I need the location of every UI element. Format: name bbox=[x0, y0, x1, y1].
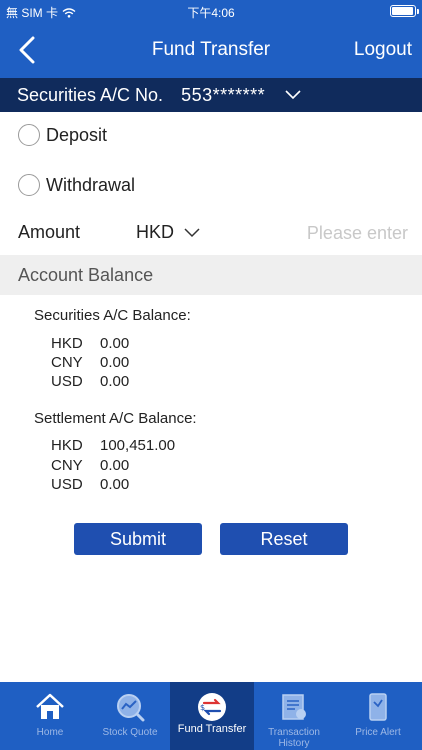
reset-button[interactable]: Reset bbox=[220, 523, 348, 555]
balance-value: 0.00 bbox=[100, 476, 130, 493]
amount-label: Amount bbox=[18, 222, 81, 242]
tab-label: Price Alert bbox=[355, 727, 401, 738]
balance-value: 0.00 bbox=[100, 354, 130, 371]
balance-value: 0.00 bbox=[100, 335, 130, 352]
balance-currency: HKD bbox=[51, 437, 83, 454]
balance-currency: USD bbox=[51, 476, 83, 493]
home-icon bbox=[36, 693, 64, 719]
status-time: 下午4:06 bbox=[187, 6, 235, 20]
tab-label: Transaction History bbox=[268, 727, 320, 749]
bottom-tab-bar: Home Stock Quote $ Fund Transfer Transac… bbox=[0, 682, 422, 750]
tab-label: Fund Transfer bbox=[177, 723, 247, 735]
tab-label: Home bbox=[36, 727, 64, 738]
tab-price-alert[interactable]: Price Alert bbox=[336, 682, 420, 750]
balance-currency: USD bbox=[51, 373, 83, 390]
stock-quote-icon bbox=[117, 694, 145, 722]
deposit-option[interactable]: Deposit bbox=[18, 122, 107, 148]
account-label: Securities A/C No. bbox=[17, 84, 164, 105]
transaction-history-icon bbox=[282, 694, 306, 720]
deposit-label: Deposit bbox=[46, 124, 108, 145]
tab-transaction-history[interactable]: Transaction History bbox=[252, 682, 336, 750]
status-bar: 無 SIM 卡 下午4:06 bbox=[0, 0, 422, 22]
balance-currency: CNY bbox=[51, 354, 83, 371]
deposit-radio[interactable] bbox=[18, 124, 40, 146]
balance-section-header: Account Balance bbox=[0, 255, 422, 295]
chevron-down-icon bbox=[184, 227, 200, 237]
securities-balance-title: Securities A/C Balance: bbox=[34, 307, 191, 324]
currency-value: HKD bbox=[136, 222, 175, 242]
logout-button[interactable]: Logout bbox=[354, 39, 412, 61]
withdrawal-option[interactable]: Withdrawal bbox=[18, 172, 135, 198]
tab-home[interactable]: Home bbox=[8, 682, 92, 750]
amount-input[interactable] bbox=[258, 220, 408, 246]
app-header: 無 SIM 卡 下午4:06 Fund Transfer Logout bbox=[0, 0, 422, 78]
currency-select[interactable]: HKD bbox=[136, 222, 200, 243]
tab-stock-quote[interactable]: Stock Quote bbox=[88, 682, 172, 750]
balance-value: 100,451.00 bbox=[100, 437, 176, 454]
svg-text:$: $ bbox=[200, 703, 205, 712]
nav-bar: Fund Transfer Logout bbox=[0, 22, 422, 78]
balance-value: 0.00 bbox=[100, 373, 130, 390]
tab-fund-transfer[interactable]: $ Fund Transfer bbox=[170, 682, 254, 750]
settlement-balance-title: Settlement A/C Balance: bbox=[34, 410, 197, 427]
account-number: 553******* bbox=[181, 84, 266, 105]
withdrawal-radio[interactable] bbox=[18, 174, 40, 196]
balance-currency: HKD bbox=[51, 335, 83, 352]
price-alert-icon bbox=[369, 693, 387, 721]
balance-currency: CNY bbox=[51, 457, 83, 474]
submit-button[interactable]: Submit bbox=[74, 523, 202, 555]
chevron-down-icon bbox=[285, 90, 301, 100]
account-selector[interactable]: Securities A/C No. 553******* bbox=[0, 78, 422, 112]
fund-transfer-icon: $ bbox=[198, 693, 226, 721]
withdrawal-label: Withdrawal bbox=[46, 174, 136, 195]
balance-value: 0.00 bbox=[100, 457, 130, 474]
tab-label: Stock Quote bbox=[102, 727, 158, 738]
battery-icon bbox=[390, 5, 419, 17]
amount-row: Amount HKD bbox=[18, 220, 408, 246]
